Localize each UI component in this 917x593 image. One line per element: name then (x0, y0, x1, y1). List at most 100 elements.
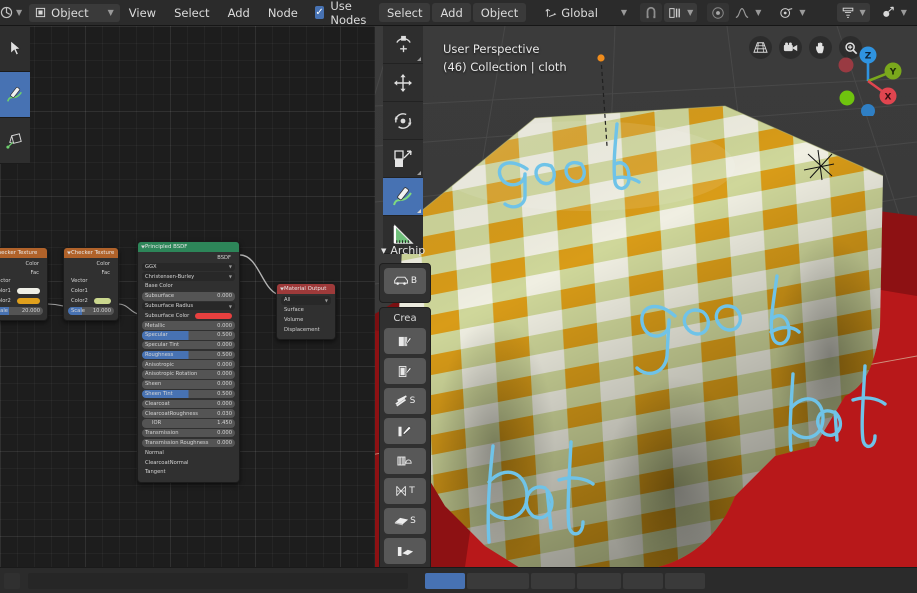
proportional-falloff-selector[interactable]: ▼ (731, 3, 764, 22)
node-tool-annotate[interactable] (0, 72, 30, 118)
archipack-slab-tool[interactable]: S (384, 508, 426, 534)
node-input-volume[interactable]: Volume (281, 316, 331, 325)
node-input-anisotropic-rotation[interactable]: Anisotropic Rotation 0.000 (142, 370, 235, 379)
archipack-fence-tool[interactable] (384, 448, 426, 474)
gizmo-icon (882, 6, 894, 17)
node-input-surface[interactable]: Surface (281, 306, 331, 315)
node-dropdown-subsurface-method[interactable]: Christensen-Burley ▼ (142, 272, 235, 281)
shader-type-selector[interactable]: Object ▼ (29, 3, 120, 22)
menu-object[interactable]: Object (472, 3, 527, 22)
node-input-clearcoat[interactable]: Clearcoat 0.000 (142, 399, 235, 409)
use-nodes-checkbox[interactable]: ✓ (314, 6, 325, 19)
gizmo-selector[interactable]: ▼ (878, 3, 910, 22)
node-input-subsurface-radius[interactable]: Subsurface Radius ▼ (142, 301, 235, 311)
filter-visibility-icon (842, 7, 853, 18)
node-input-roughness[interactable]: Roughness 0.500 (142, 350, 235, 360)
node-tool-box-select[interactable] (0, 118, 30, 164)
color-swatch[interactable] (195, 312, 232, 319)
menu-select[interactable]: Select (165, 0, 218, 26)
node-input-displacement[interactable]: Displacement (281, 325, 331, 334)
node-input-subsurface[interactable]: Subsurface 0.000 (142, 291, 235, 301)
node-dropdown-distribution[interactable]: GGX ▼ (142, 262, 235, 272)
menu-add[interactable]: Add (219, 0, 259, 26)
node-output-color: Color (96, 261, 110, 267)
node-material-output[interactable]: Material Output All ▼ Surface Volume Disp… (276, 283, 336, 341)
node-input-sheen-tint[interactable]: Sheen Tint 0.500 (142, 389, 235, 399)
viewport-canvas[interactable]: User Perspective (46) Collection | cloth (375, 26, 917, 567)
node-title[interactable]: Material Output (277, 284, 335, 294)
toggle-perspective-button[interactable] (749, 36, 772, 59)
archipack-window-tool[interactable] (384, 328, 426, 354)
node-input-scale[interactable]: Scale 10.000 (68, 306, 114, 316)
snap-target-selector[interactable]: ▼ (664, 3, 698, 22)
node-input-color1[interactable]: Color1 (0, 287, 43, 296)
viewport-tool-annotate[interactable] (383, 178, 423, 216)
editor-type-icon[interactable]: ▼ (0, 5, 25, 20)
node-principled-bsdf[interactable]: Principled BSDF BSDF GGX ▼ Christensen-Bu… (137, 241, 240, 483)
node-input-clearcoat-normal[interactable]: ClearcoatNormal (142, 458, 235, 467)
node-checker-texture-main[interactable]: Checker Texture Color Fac Vector Color1 … (63, 247, 119, 322)
archipack-wall-tool[interactable] (384, 418, 426, 444)
archipack-panel: ▼ Archip B Crea S T S (379, 242, 431, 567)
menu-add[interactable]: Add (432, 3, 471, 22)
node-input-specular[interactable]: Specular 0.500 (142, 331, 235, 340)
node-input-color1[interactable]: Color1 (68, 287, 114, 296)
viewport-tool-move[interactable] (383, 64, 423, 102)
node-input-sheen[interactable]: Sheen 0.000 (142, 379, 235, 389)
orientation-icon (545, 8, 557, 18)
node-title[interactable]: Checker Texture (64, 248, 118, 258)
node-input-color2[interactable]: Color2 (68, 297, 114, 306)
camera-view-button[interactable] (779, 36, 802, 59)
node-input-vector[interactable]: Vector (68, 277, 114, 286)
color-swatch[interactable] (16, 288, 40, 295)
color-swatch[interactable] (16, 297, 40, 305)
node-tool-tweak[interactable] (0, 26, 30, 72)
node-dropdown-target[interactable]: All ▼ (281, 296, 331, 305)
node-input-base-color[interactable]: Base Color (142, 282, 235, 291)
archipack-floor-tool[interactable] (384, 538, 426, 564)
menu-node[interactable]: Node (259, 0, 307, 26)
pivot-point-selector[interactable]: ▼ (776, 3, 808, 22)
node-title[interactable]: Principled BSDF (138, 242, 239, 252)
menu-view[interactable]: View (120, 0, 165, 26)
node-input-transmission[interactable]: Transmission 0.000 (142, 428, 235, 438)
proportional-edit-toggle[interactable] (707, 3, 730, 22)
node-title[interactable]: Checker Texture (0, 248, 47, 258)
viewport-tool-scale[interactable] (383, 140, 423, 178)
node-input-tangent[interactable]: Tangent (142, 468, 235, 477)
axis-gizmo[interactable]: Z Y X (823, 46, 913, 116)
archipack-door-tool[interactable] (384, 358, 426, 384)
node-input-anisotropic[interactable]: Anisotropic 0.000 (142, 360, 235, 369)
node-checker-texture-left[interactable]: Checker Texture Color Fac Vector Color1 … (0, 247, 48, 322)
color-swatch[interactable] (93, 297, 111, 305)
status-bar (0, 567, 917, 593)
archipack-object-button[interactable]: B (384, 268, 426, 294)
archipack-stair-tool[interactable]: S (384, 388, 426, 414)
archipack-object-box: B (379, 263, 431, 303)
archipack-panel-title[interactable]: ▼ Archip (379, 242, 431, 263)
node-input-specular-tint[interactable]: Specular Tint 0.000 (142, 340, 235, 350)
status-hint-2 (531, 572, 575, 589)
empty-axes-object[interactable] (800, 146, 850, 196)
object-type-visibility-selector[interactable]: ▼ (836, 3, 870, 22)
chevron-down-icon: ▼ (381, 246, 387, 255)
node-input-metallic[interactable]: Metallic 0.000 (142, 321, 235, 330)
transform-orientation-selector[interactable]: Global ▼ (542, 3, 630, 22)
orientation-label: Global (561, 5, 598, 20)
smooth-falloff-icon (735, 7, 749, 18)
node-canvas[interactable]: Checker Texture Color Fac Vector Color1 … (0, 26, 375, 567)
status-mouse-left[interactable] (425, 572, 465, 589)
node-input-color2[interactable]: Color2 (0, 297, 43, 306)
node-input-subsurface-color[interactable]: Subsurface Color (142, 312, 235, 321)
node-input-transmission-roughness[interactable]: Transmission Roughness 0.000 (142, 438, 235, 448)
viewport-tool-rotate[interactable] (383, 102, 423, 140)
viewport-tool-cursor[interactable] (383, 26, 423, 64)
node-input-ior[interactable]: IOR 1.450 (142, 419, 235, 428)
node-input-normal[interactable]: Normal (142, 448, 235, 457)
snap-toggle[interactable] (640, 3, 663, 22)
archipack-truss-tool[interactable]: T (384, 478, 426, 504)
node-input-clearcoat-roughness[interactable]: ClearcoatRoughness 0.030 (142, 409, 235, 418)
node-input-vector[interactable]: Vector (0, 277, 43, 286)
node-input-scale[interactable]: Scale 20.000 (0, 306, 43, 316)
menu-select[interactable]: Select (379, 3, 431, 22)
